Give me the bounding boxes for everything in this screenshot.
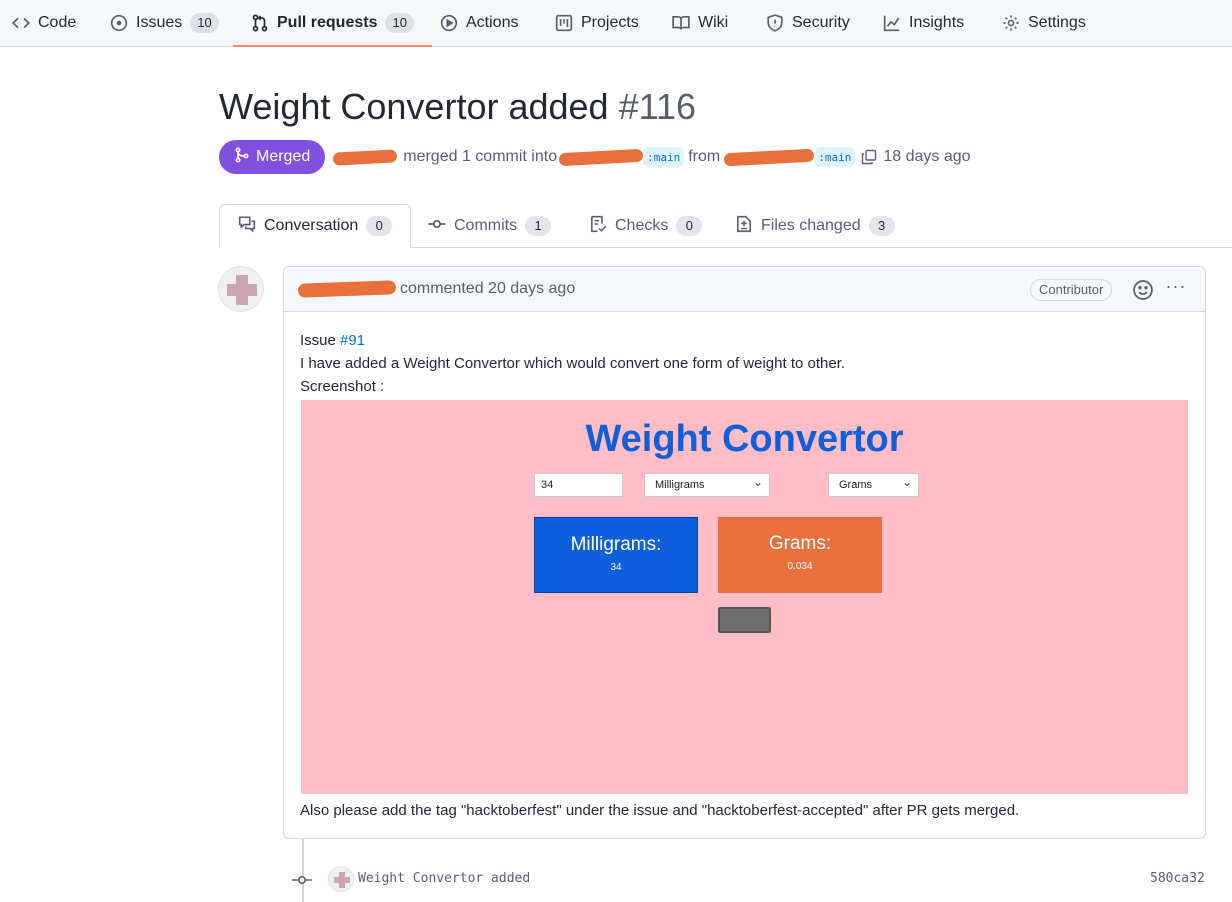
nav-issues-label: Issues (136, 14, 183, 31)
page-title: Weight Convertor added #116 (219, 86, 696, 128)
comment-box: commented 20 days ago Contributor ··· Is… (283, 266, 1206, 839)
tab-files-changed[interactable]: Files changed 3 (735, 204, 895, 248)
nav-pull-requests[interactable]: Pull requests 10 (233, 0, 432, 47)
tab-checks-label: Checks (615, 217, 669, 234)
comment-description: I have added a Weight Convertor which wo… (300, 355, 846, 372)
book-icon (672, 14, 690, 32)
pr-title-text: Weight Convertor added (219, 86, 609, 127)
from-text: from (688, 148, 721, 165)
issue-link[interactable]: #91 (340, 332, 365, 349)
screenshot-weight-input: 34 (534, 473, 623, 497)
nav-wiki-label: Wiki (698, 14, 729, 31)
redacted-author (332, 148, 398, 166)
nav-settings[interactable]: Settings (1002, 0, 1086, 46)
nav-actions-label: Actions (466, 14, 519, 31)
tab-conversation[interactable]: Conversation 0 (219, 204, 412, 248)
pr-number: #116 (618, 86, 697, 127)
nav-wiki[interactable]: Wiki (672, 0, 728, 46)
kebab-horizontal-icon[interactable]: ··· (1164, 277, 1188, 301)
contributor-label: Contributor (1030, 279, 1113, 301)
issues-counter: 10 (190, 13, 219, 33)
gear-icon (1002, 14, 1020, 32)
screenshot-to-card-value: 0.034 (787, 561, 813, 572)
commit-message[interactable]: Weight Convertor added (358, 871, 530, 886)
screenshot-title: Weight Convertor (585, 418, 904, 460)
shield-icon (766, 14, 784, 32)
commit-icon (428, 215, 446, 238)
tab-commits-count: 1 (525, 216, 552, 236)
redacted-base-owner (558, 148, 644, 166)
commit-avatar-pattern-vertical (339, 872, 345, 888)
project-board-icon (555, 14, 573, 32)
tab-files-changed-count: 3 (868, 216, 895, 236)
nav-code[interactable]: Code (12, 0, 76, 46)
nav-projects-label: Projects (581, 14, 639, 31)
comment-header: commented 20 days ago Contributor ··· (284, 267, 1205, 312)
issue-prefix: Issue (300, 332, 336, 349)
nav-projects[interactable]: Projects (555, 0, 639, 46)
nav-actions[interactable]: Actions (440, 0, 518, 46)
nav-insights[interactable]: Insights (883, 0, 964, 46)
copy-icon[interactable] (861, 149, 877, 165)
nav-pull-requests-label: Pull requests (277, 14, 378, 31)
nav-security[interactable]: Security (766, 0, 850, 46)
merged-time: 18 days ago (883, 148, 971, 165)
merged-text: merged 1 commit into (403, 148, 558, 165)
smiley-icon[interactable] (1132, 279, 1154, 301)
embedded-screenshot[interactable]: Weight Convertor 34 Milligrams Grams Mil… (301, 400, 1188, 794)
nav-settings-label: Settings (1028, 14, 1086, 31)
tab-checks[interactable]: Checks 0 (589, 204, 703, 248)
screenshot-to-card: Grams: 0.034 (718, 517, 882, 593)
base-branch[interactable]: :main (643, 147, 685, 167)
issue-icon (110, 14, 128, 32)
screenshot-from-card-title: Milligrams: (570, 534, 662, 555)
comment-body: Issue #91 I have added a Weight Converto… (300, 329, 1190, 398)
pr-meta: Merged merged 1 commit into :main from :… (219, 140, 971, 174)
nav-insights-label: Insights (909, 14, 965, 31)
commit-sha[interactable]: 580ca32 (1150, 871, 1205, 886)
comment-screenshot-label: Screenshot : (300, 378, 385, 395)
comment-action: commented 20 days ago (400, 280, 576, 297)
pull-requests-counter: 10 (385, 13, 414, 33)
comment-discussion-icon (238, 215, 256, 238)
timeline-line (302, 839, 304, 902)
avatar-pattern-vertical (236, 275, 248, 305)
screenshot-from-card-value: 34 (610, 562, 622, 573)
redacted-commenter (297, 280, 397, 298)
screenshot-from-card: Milligrams: 34 (534, 517, 698, 593)
comment-footer-text: Also please add the tag "hacktoberfest" … (300, 802, 1020, 819)
screenshot-button (718, 607, 771, 633)
avatar[interactable] (218, 266, 264, 312)
commit-icon (292, 872, 312, 888)
tab-files-changed-label: Files changed (761, 217, 861, 234)
screenshot-from-select: Milligrams (644, 471, 770, 497)
screenshot-from-value: Milligrams (655, 479, 705, 491)
nav-security-label: Security (792, 14, 850, 31)
screenshot-to-select: Grams (828, 471, 919, 497)
head-branch[interactable]: :main (814, 147, 856, 167)
code-icon (12, 14, 30, 32)
tab-checks-count: 0 (676, 216, 703, 236)
nav-code-label: Code (38, 14, 77, 31)
pull-request-icon (251, 14, 269, 32)
nav-issues[interactable]: Issues 10 (110, 0, 219, 46)
merge-icon (234, 146, 250, 168)
repo-nav: Code Issues 10 Pull requests 10 Actions … (0, 0, 1232, 47)
file-diff-icon (735, 215, 753, 238)
status-badge: Merged (219, 140, 326, 174)
graph-icon (883, 14, 901, 32)
redacted-head-owner (723, 148, 815, 166)
tab-conversation-label: Conversation (264, 217, 359, 234)
status-badge-label: Merged (256, 148, 311, 165)
tab-commits-label: Commits (454, 217, 518, 234)
screenshot-to-card-title: Grams: (768, 533, 832, 554)
commit-author-avatar[interactable] (328, 866, 354, 892)
screenshot-to-value: Grams (839, 479, 872, 491)
comment-issue-line: Issue #91 (300, 329, 1190, 352)
checklist-icon (589, 215, 607, 238)
tab-commits[interactable]: Commits 1 (428, 204, 552, 248)
play-icon (440, 14, 458, 32)
tab-conversation-count: 0 (366, 216, 393, 236)
